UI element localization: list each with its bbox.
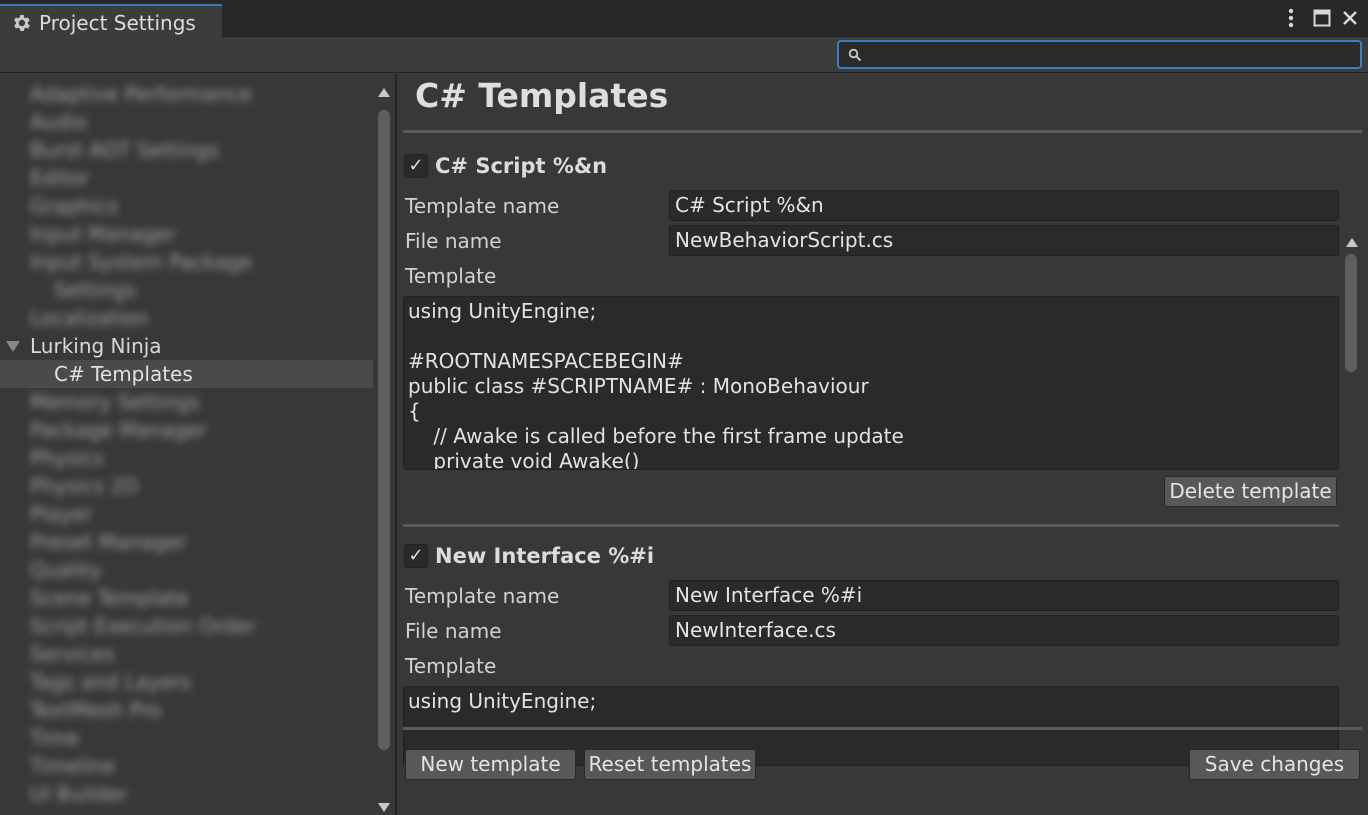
sidebar-item[interactable]: Settings (0, 276, 373, 304)
tab-title: Project Settings (39, 11, 196, 35)
template-enabled-checkbox[interactable]: ✓ (404, 544, 428, 568)
sidebar-item[interactable]: Input Manager (0, 220, 373, 248)
sidebar-item[interactable]: Services (0, 640, 373, 668)
divider (403, 130, 1362, 133)
sidebar-item[interactable]: Preset Manager (0, 528, 373, 556)
settings-content: C# Templates ✓ C# Script %&n Template na… (399, 74, 1368, 815)
sidebar-item[interactable]: Physics 2D (0, 472, 373, 500)
sidebar-item[interactable]: UI Builder (0, 780, 373, 808)
window-titlebar: Project Settings (0, 0, 1368, 37)
template-code-textarea[interactable]: using UnityEngine; #ROOTNAMESPACEBEGIN# … (403, 296, 1339, 470)
project-settings-tab[interactable]: Project Settings (0, 4, 222, 37)
new-template-button[interactable]: New template (405, 749, 576, 780)
template-header[interactable]: C# Script %&n (435, 154, 607, 178)
sidebar-item[interactable]: Timeline (0, 752, 373, 780)
gear-icon (14, 15, 30, 31)
scrollbar-thumb[interactable] (378, 110, 390, 750)
templates-scroll-view: ✓ C# Script %&n Template name C# Script … (399, 148, 1368, 784)
template-name-label: Template name (405, 584, 560, 608)
page-title: C# Templates (415, 76, 669, 115)
settings-sidebar: Adaptive Performance Audio Burst AOT Set… (0, 74, 397, 815)
divider (403, 524, 1339, 527)
template-label: Template (405, 264, 497, 288)
template-enabled-checkbox[interactable]: ✓ (404, 154, 428, 178)
sidebar-item[interactable]: Quality (0, 556, 373, 584)
scroll-up-icon[interactable] (1346, 238, 1358, 247)
sidebar-item[interactable]: Input System Package (0, 248, 373, 276)
sidebar-item[interactable]: Audio (0, 108, 373, 136)
save-changes-button[interactable]: Save changes (1189, 749, 1360, 780)
sidebar-item[interactable]: Player (0, 500, 373, 528)
expand-arrow-icon[interactable] (6, 341, 20, 352)
reset-templates-button[interactable]: Reset templates (584, 749, 756, 780)
template-section: ✓ C# Script %&n Template name C# Script … (403, 154, 1341, 527)
search-input[interactable] (837, 40, 1362, 69)
sidebar-item[interactable]: Burst AOT Settings (0, 136, 373, 164)
file-name-input[interactable]: NewInterface.cs (669, 615, 1339, 646)
toolbar (0, 37, 1368, 73)
sidebar-item[interactable]: Physics (0, 444, 373, 472)
sidebar-item[interactable]: Time (0, 724, 373, 752)
template-section: ✓ New Interface %#i Template name New In… (403, 544, 1341, 784)
sidebar-item[interactable]: Adaptive Performance (0, 80, 373, 108)
sidebar-item[interactable]: Memory Settings (0, 388, 373, 416)
sidebar-item[interactable]: Script Execution Order (0, 612, 373, 640)
close-icon[interactable] (1338, 6, 1362, 30)
sidebar-item-lurking-ninja[interactable]: Lurking Ninja (0, 332, 373, 360)
template-name-input[interactable]: C# Script %&n (669, 190, 1339, 221)
sidebar-item[interactable]: TextMesh Pro (0, 696, 373, 724)
sidebar-item[interactable]: Graphics (0, 192, 373, 220)
sidebar-item[interactable]: Editor (0, 164, 373, 192)
sidebar-item[interactable]: Localization (0, 304, 373, 332)
template-header[interactable]: New Interface %#i (435, 544, 654, 568)
templates-scrollbar[interactable] (1343, 232, 1361, 772)
file-name-label: File name (405, 619, 502, 643)
scroll-up-icon[interactable] (378, 88, 390, 97)
sidebar-item-csharp-templates[interactable]: C# Templates (0, 360, 373, 388)
file-name-input[interactable]: NewBehaviorScript.cs (669, 225, 1339, 256)
sidebar-item[interactable]: Package Manager (0, 416, 373, 444)
sidebar-item-label: C# Templates (54, 362, 193, 386)
template-name-input[interactable]: New Interface %#i (669, 580, 1339, 611)
maximize-icon[interactable] (1310, 6, 1334, 30)
sidebar-scrollbar[interactable] (375, 82, 391, 812)
more-options-icon[interactable] (1282, 6, 1300, 30)
sidebar-item[interactable]: Scene Template (0, 584, 373, 612)
scroll-down-icon[interactable] (378, 803, 390, 812)
scrollbar-thumb[interactable] (1345, 254, 1357, 372)
delete-template-button[interactable]: Delete template (1164, 476, 1337, 507)
sidebar-item-label: Lurking Ninja (30, 334, 162, 358)
search-icon (848, 48, 862, 62)
template-label: Template (405, 654, 497, 678)
template-name-label: Template name (405, 194, 560, 218)
divider (403, 727, 1362, 730)
sidebar-item[interactable]: Tags and Layers (0, 668, 373, 696)
file-name-label: File name (405, 229, 502, 253)
